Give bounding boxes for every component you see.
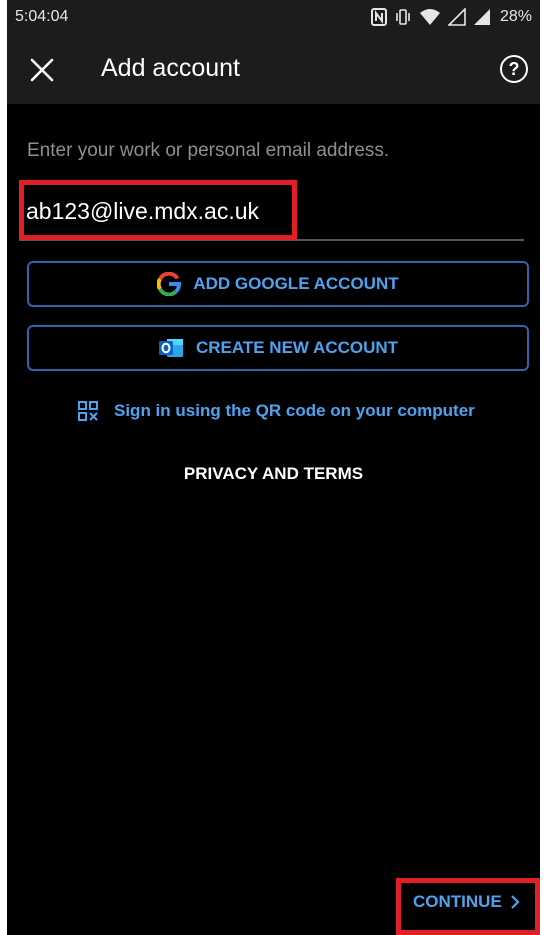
help-icon[interactable]: ? [500, 55, 528, 83]
status-bar: 5:04:04 28% [7, 0, 540, 34]
create-new-account-button[interactable]: CREATE NEW ACCOUNT [27, 325, 529, 371]
status-icons: 28% [370, 8, 532, 26]
add-google-account-button[interactable]: ADD GOOGLE ACCOUNT [27, 261, 529, 307]
close-icon[interactable] [29, 57, 55, 83]
vibrate-icon [396, 9, 410, 25]
status-time: 5:04:04 [15, 8, 69, 25]
page-title: Add account [101, 54, 240, 82]
email-highlight-box [19, 180, 297, 240]
google-icon [157, 272, 182, 296]
continue-highlight-box [396, 878, 540, 935]
qr-sign-in-label: Sign in using the QR code on your comput… [114, 401, 475, 420]
app-bar: Add account ? [7, 34, 540, 104]
wifi-icon [419, 9, 440, 25]
outlook-icon [158, 339, 183, 357]
signal-icon [447, 8, 466, 26]
privacy-and-terms-link[interactable]: PRIVACY AND TERMS [7, 464, 540, 484]
battery-level: 28% [499, 8, 532, 25]
email-prompt: Enter your work or personal email addres… [27, 140, 390, 161]
signal-full-icon [473, 9, 490, 25]
nfc-icon [370, 8, 387, 26]
qr-sign-in-link[interactable]: Sign in using the QR code on your comput… [78, 401, 475, 421]
add-google-account-label: ADD GOOGLE ACCOUNT [193, 274, 399, 293]
qr-code-icon [78, 401, 98, 421]
create-new-account-label: CREATE NEW ACCOUNT [195, 338, 399, 357]
phone-screen: 5:04:04 28% Add account ? Enter your wor… [7, 0, 540, 935]
